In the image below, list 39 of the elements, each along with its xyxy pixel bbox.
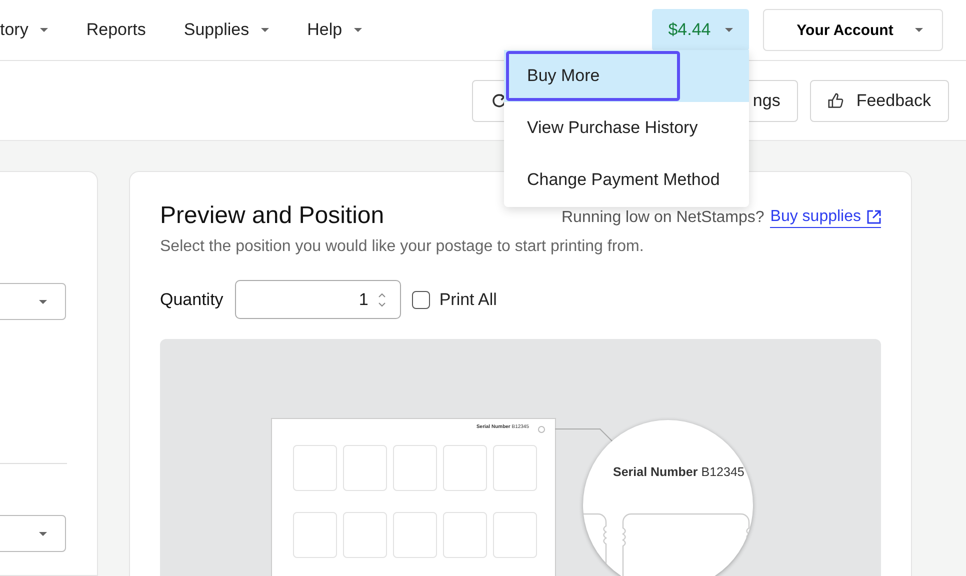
external-link-icon	[867, 210, 881, 224]
stamp-outline[interactable]	[293, 512, 337, 558]
account-button[interactable]: Your Account	[763, 9, 943, 51]
select-field[interactable]	[0, 515, 66, 552]
print-all-checkbox[interactable]	[412, 290, 430, 308]
supplies-note: Running low on NetStamps?	[562, 209, 764, 227]
stamp-outline[interactable]	[393, 445, 437, 491]
stamp-outline[interactable]	[493, 512, 537, 558]
buy-supplies-link[interactable]: Buy supplies	[770, 208, 881, 228]
caret-icon	[724, 28, 733, 32]
quantity-input[interactable]: 1	[235, 280, 402, 319]
nav-menu-item[interactable]: Supplies	[174, 12, 280, 48]
nav-menu-item[interactable]: Reports	[76, 12, 156, 48]
nav-menu-item[interactable]: Help	[297, 12, 372, 48]
stamp-outline[interactable]	[293, 445, 337, 491]
quantity-label: Quantity	[160, 290, 224, 310]
stamp-outline[interactable]	[443, 445, 487, 491]
nav-menu-item[interactable]: tory	[0, 12, 58, 48]
stamp-outline[interactable]	[443, 512, 487, 558]
stamp-outline[interactable]	[343, 445, 387, 491]
instructions-text: Select the position you would like your postage to start printing from.	[160, 238, 645, 256]
caret-icon	[915, 28, 924, 32]
spinner-icon	[378, 292, 386, 308]
stamp-outline[interactable]	[343, 512, 387, 558]
caret-icon	[39, 532, 47, 536]
print-all-label: Print All	[439, 290, 497, 310]
stamp-outline[interactable]	[393, 512, 437, 558]
stamp-outline[interactable]	[493, 445, 537, 491]
caret-icon	[39, 300, 47, 304]
menu-item[interactable]: Buy More	[504, 50, 749, 102]
menu-item[interactable]: Change Payment Method	[504, 154, 749, 206]
feedback-button[interactable]: Feedback	[810, 80, 949, 122]
serial-number-text: Serial Number B12345	[613, 465, 744, 479]
balance-button[interactable]: $4.44	[652, 9, 749, 51]
thumbs-up-icon	[828, 92, 844, 108]
section-title: Preview and Position	[160, 202, 384, 230]
select-field[interactable]	[0, 283, 66, 320]
serial-dot-icon	[538, 426, 545, 433]
menu-item[interactable]: View Purchase History	[504, 102, 749, 154]
